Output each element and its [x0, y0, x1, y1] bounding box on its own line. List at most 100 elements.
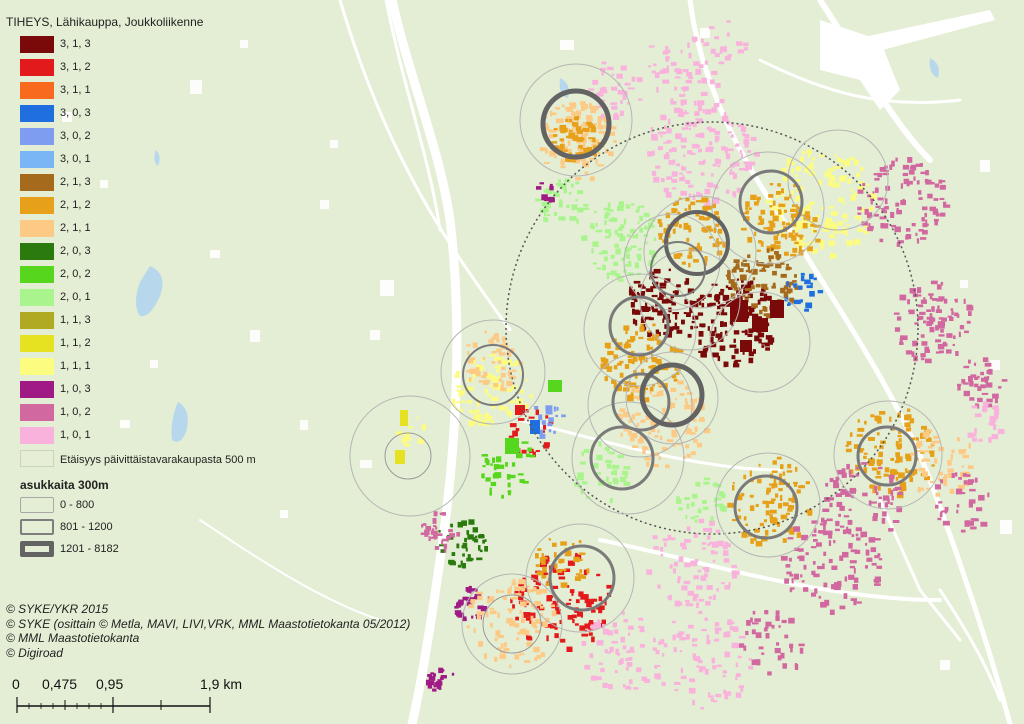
building	[661, 681, 666, 686]
building	[448, 559, 455, 565]
building	[688, 227, 692, 233]
building	[608, 684, 613, 690]
building	[989, 415, 997, 422]
building	[596, 676, 602, 681]
building	[935, 492, 941, 497]
building	[745, 210, 750, 214]
building	[423, 523, 427, 526]
building	[468, 420, 475, 427]
building	[631, 76, 636, 82]
legend-swatch	[20, 174, 54, 191]
building	[609, 646, 614, 653]
building	[485, 477, 491, 482]
building	[918, 229, 924, 232]
building	[457, 564, 462, 568]
building	[871, 562, 877, 566]
building	[635, 412, 641, 416]
building	[892, 488, 898, 491]
building	[938, 317, 945, 320]
building	[726, 32, 730, 37]
building	[935, 504, 939, 509]
building	[496, 589, 499, 594]
building	[700, 172, 705, 176]
building	[737, 49, 745, 54]
building	[988, 422, 992, 425]
building	[678, 631, 685, 635]
building	[938, 501, 943, 504]
building	[768, 194, 774, 198]
building	[934, 458, 938, 464]
building	[951, 449, 955, 454]
building	[938, 334, 945, 337]
building	[674, 681, 681, 685]
building	[792, 247, 798, 253]
building	[703, 481, 710, 485]
building	[694, 515, 699, 518]
building	[929, 326, 935, 333]
building	[692, 596, 698, 602]
building	[498, 405, 506, 411]
building	[564, 107, 570, 110]
building	[640, 327, 643, 330]
building	[809, 291, 815, 297]
building	[626, 685, 631, 688]
building	[875, 578, 880, 584]
building	[477, 615, 482, 620]
building	[794, 241, 799, 245]
building	[924, 212, 927, 218]
building	[840, 488, 845, 495]
building	[484, 457, 489, 463]
legend-swatch	[20, 404, 54, 421]
building	[559, 138, 565, 142]
building	[939, 511, 943, 518]
building	[992, 405, 999, 410]
building	[971, 405, 978, 409]
building	[652, 308, 658, 313]
building	[879, 238, 884, 243]
building	[733, 259, 740, 263]
building	[698, 106, 702, 112]
building	[798, 548, 804, 552]
building	[795, 166, 801, 172]
building	[809, 201, 815, 206]
building	[791, 217, 794, 222]
building	[668, 594, 672, 601]
building	[722, 670, 727, 674]
building	[675, 397, 677, 401]
building	[697, 80, 701, 84]
building	[597, 164, 605, 167]
building	[589, 176, 595, 182]
building	[439, 512, 444, 515]
building	[632, 445, 639, 448]
building	[780, 514, 788, 520]
building	[781, 188, 784, 194]
building	[549, 185, 554, 191]
building	[731, 564, 737, 568]
building	[749, 505, 755, 511]
building	[874, 583, 881, 586]
building	[962, 454, 969, 459]
building	[935, 351, 941, 354]
building	[811, 534, 817, 537]
building	[726, 20, 731, 23]
building	[679, 93, 686, 97]
building	[834, 166, 838, 169]
building	[620, 636, 625, 643]
building	[535, 564, 540, 568]
building	[451, 552, 456, 556]
building	[619, 110, 624, 116]
building	[653, 637, 656, 643]
building	[738, 508, 741, 512]
building	[571, 204, 578, 211]
building	[711, 173, 714, 177]
credit-line: © MML Maastotietokanta	[6, 631, 140, 645]
building	[787, 463, 792, 469]
building	[722, 675, 726, 678]
building	[555, 414, 558, 417]
building	[583, 203, 589, 207]
building	[576, 136, 584, 142]
building	[679, 650, 683, 653]
building	[950, 308, 954, 311]
building	[507, 608, 514, 611]
building	[874, 178, 880, 181]
